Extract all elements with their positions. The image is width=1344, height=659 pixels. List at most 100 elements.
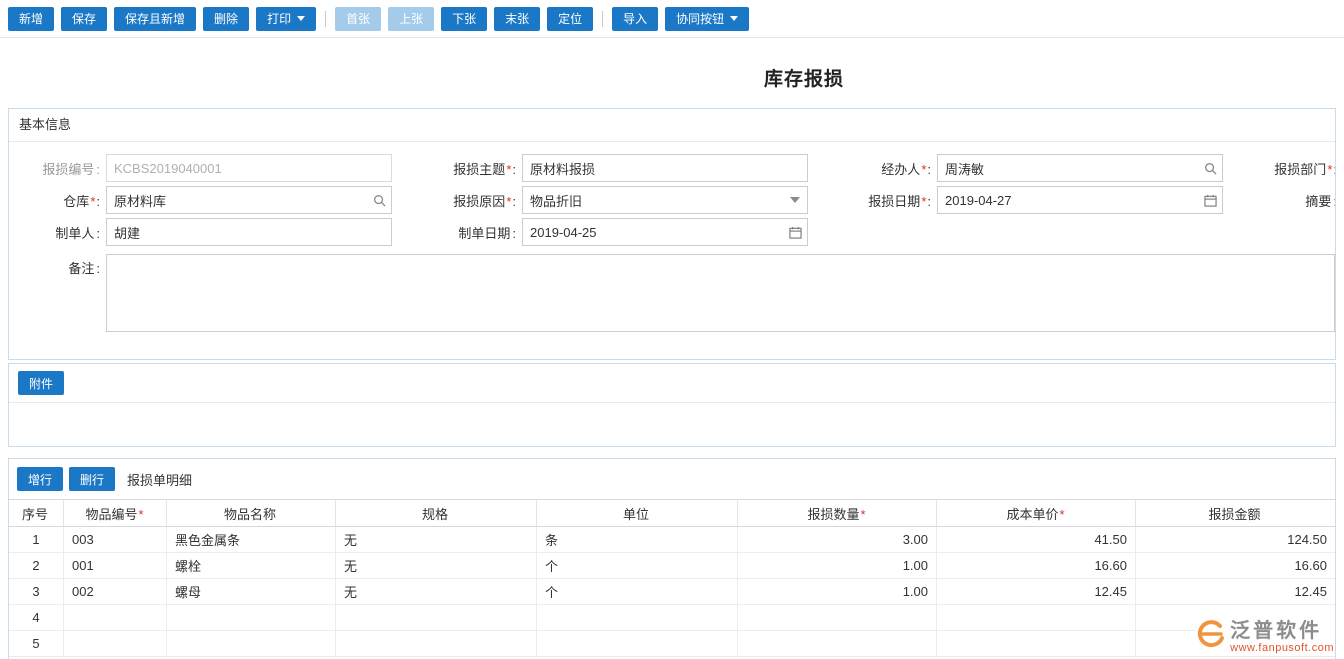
creator-input[interactable] [106, 218, 392, 246]
table-row: 5 [9, 630, 1335, 657]
code-label: 报损编号: [42, 161, 100, 177]
fanpu-watermark: 泛普软件 www.fanpusoft.com [1195, 618, 1334, 655]
row-number-cell: 2 [9, 552, 64, 579]
table-row: 2 001 螺栓 无 个 1.00 16.60 16.60 [9, 552, 1335, 579]
next-record-button[interactable]: 下张 [441, 6, 488, 31]
qty-cell[interactable] [737, 630, 937, 657]
attachment-panel: 附件 [8, 363, 1336, 447]
unit-cell[interactable] [536, 630, 738, 657]
amount-cell[interactable]: 124.50 [1135, 526, 1335, 553]
qty-cell[interactable]: 1.00 [737, 578, 937, 605]
spec-cell[interactable]: 无 [335, 526, 537, 553]
warehouse-label: 仓库*: [63, 193, 100, 209]
creator-label: 制单人: [55, 225, 100, 241]
unit-cell[interactable] [536, 604, 738, 631]
item-name-cell[interactable] [166, 604, 336, 631]
summary-label: 摘要: [1305, 193, 1335, 209]
item-name-cell[interactable] [166, 630, 336, 657]
reason-label: 报损原因*: [453, 193, 516, 209]
loss-date-input[interactable] [937, 186, 1223, 214]
form-row: 仓库*: 报损原因*: 报损日期*: [9, 186, 1335, 214]
price-cell[interactable]: 41.50 [936, 526, 1136, 553]
field-summary: 摘要: [1223, 186, 1335, 214]
row-number-cell: 5 [9, 630, 64, 657]
prev-record-button[interactable]: 上张 [388, 6, 435, 31]
delete-button[interactable]: 删除 [203, 6, 250, 31]
create-date-input[interactable] [522, 218, 808, 246]
print-button[interactable]: 打印 [256, 6, 317, 31]
delete-row-button[interactable]: 删行 [69, 467, 116, 491]
detail-section-title: 报损单明细 [127, 472, 193, 488]
table-header-row: 序号 物品编号* 物品名称 规格 单位 报损数量* 成本单价* 报损金额 [9, 499, 1335, 527]
collaboration-button-label: 协同按钮 [676, 12, 725, 26]
spec-cell[interactable] [335, 630, 537, 657]
save-and-new-button[interactable]: 保存且新增 [114, 6, 197, 31]
qty-cell[interactable]: 1.00 [737, 552, 937, 579]
amount-cell[interactable]: 12.45 [1135, 578, 1335, 605]
qty-cell[interactable]: 3.00 [737, 526, 937, 553]
caret-down-icon [730, 16, 739, 21]
item-code-cell[interactable]: 003 [63, 526, 167, 553]
unit-cell[interactable]: 条 [536, 526, 738, 553]
chevron-down-icon[interactable] [788, 193, 802, 207]
detail-table: 序号 物品编号* 物品名称 规格 单位 报损数量* 成本单价* 报损金额 1 0… [9, 499, 1335, 657]
item-code-cell[interactable] [63, 604, 167, 631]
item-code-cell[interactable]: 002 [63, 578, 167, 605]
spec-cell[interactable] [335, 604, 537, 631]
col-header-name: 物品名称 [166, 499, 336, 527]
item-name-cell[interactable]: 螺栓 [166, 552, 336, 579]
reason-select[interactable] [522, 186, 808, 214]
amount-cell[interactable]: 16.60 [1135, 552, 1335, 579]
field-code: 报损编号: [9, 154, 392, 182]
calendar-icon[interactable] [788, 225, 802, 239]
dept-label: 报损部门*: [1274, 161, 1335, 177]
field-create-date: 制单日期: [392, 218, 808, 246]
save-button[interactable]: 保存 [61, 6, 108, 31]
detail-toolbar: 增行 删行 报损单明细 [9, 459, 1335, 499]
basic-info-title: 基本信息 [19, 117, 72, 132]
field-agent: 经办人*: [808, 154, 1223, 182]
item-code-cell[interactable]: 001 [63, 552, 167, 579]
last-record-button[interactable]: 末张 [494, 6, 541, 31]
search-icon[interactable] [1203, 161, 1217, 175]
caret-down-icon [297, 16, 306, 21]
basic-info-header: 基本信息 [9, 109, 1335, 142]
remark-textarea[interactable] [106, 254, 1335, 332]
item-name-cell[interactable]: 螺母 [166, 578, 336, 605]
col-header-spec: 规格 [335, 499, 537, 527]
collaboration-button[interactable]: 协同按钮 [665, 6, 750, 31]
search-icon[interactable] [372, 193, 386, 207]
calendar-icon[interactable] [1203, 193, 1217, 207]
code-input[interactable] [106, 154, 392, 182]
item-name-cell[interactable]: 黑色金属条 [166, 526, 336, 553]
toolbar: 新增 保存 保存且新增 删除 打印 首张 上张 下张 末张 定位 导入 协同按钮 [0, 0, 1344, 38]
qty-cell[interactable] [737, 604, 937, 631]
basic-info-panel: 基本信息 报损编号: 报损主题*: 经办人*: [8, 108, 1336, 360]
price-cell[interactable]: 16.60 [936, 552, 1136, 579]
warehouse-input[interactable] [106, 186, 392, 214]
first-record-button[interactable]: 首张 [335, 6, 382, 31]
attachment-button[interactable]: 附件 [18, 371, 65, 395]
price-cell[interactable]: 12.45 [936, 578, 1136, 605]
item-code-cell[interactable] [63, 630, 167, 657]
remark-label: 备注: [68, 261, 100, 276]
price-cell[interactable] [936, 604, 1136, 631]
import-button[interactable]: 导入 [612, 6, 659, 31]
row-number-cell: 3 [9, 578, 64, 605]
col-header-code: 物品编号* [63, 499, 167, 527]
page-title-text: 库存报损 [763, 69, 844, 90]
col-header-no: 序号 [9, 499, 64, 527]
add-row-button[interactable]: 增行 [17, 467, 64, 491]
unit-cell[interactable]: 个 [536, 578, 738, 605]
agent-input[interactable] [937, 154, 1223, 182]
subject-label: 报损主题*: [453, 161, 516, 177]
spec-cell[interactable]: 无 [335, 552, 537, 579]
unit-cell[interactable]: 个 [536, 552, 738, 579]
subject-input[interactable] [522, 154, 808, 182]
price-cell[interactable] [936, 630, 1136, 657]
spec-cell[interactable]: 无 [335, 578, 537, 605]
table-row: 4 [9, 604, 1335, 631]
locate-button[interactable]: 定位 [547, 6, 594, 31]
new-button[interactable]: 新增 [8, 6, 55, 31]
attachment-header: 附件 [9, 364, 1335, 403]
